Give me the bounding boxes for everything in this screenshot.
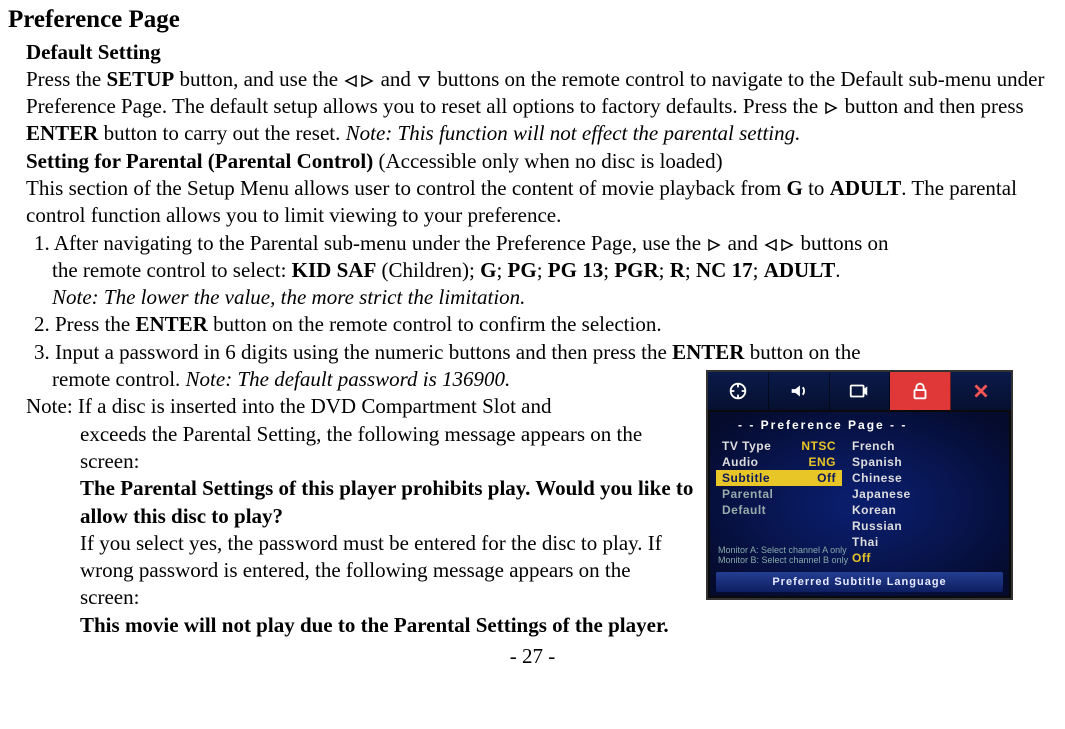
text: button on the remote control to confirm … xyxy=(208,312,662,336)
text: ; xyxy=(496,258,507,282)
text-bold: G xyxy=(480,258,496,282)
text: and xyxy=(722,231,763,255)
text-note: Note: The default password is 136900. xyxy=(186,367,511,391)
text: and xyxy=(375,67,416,91)
osd-option-item: Japanese xyxy=(846,486,936,502)
osd-tab-exit xyxy=(951,372,1011,410)
text-bold-setup: SETUP xyxy=(107,67,175,91)
section-parental-heading: Setting for Parental (Parental Control) … xyxy=(26,148,1057,175)
text-bold: G xyxy=(787,176,803,200)
text-bold: ADULT xyxy=(764,258,836,282)
list-item-2: 2. Press the ENTER button on the remote … xyxy=(34,311,1057,338)
left-arrow-icon xyxy=(344,74,358,88)
text: button, and use the xyxy=(174,67,343,91)
heading-text: Setting for Parental (Parental Control) xyxy=(26,149,373,173)
osd-help-text: Monitor A: Select channel A only Monitor… xyxy=(718,546,1001,566)
text: ; xyxy=(685,258,696,282)
heading-suffix: (Accessible only when no disc is loaded) xyxy=(373,149,722,173)
osd-status-bar: Preferred Subtitle Language xyxy=(716,572,1003,592)
list-item-1-line1: 1. After navigating to the Parental sub-… xyxy=(34,230,1057,257)
osd-option-item: Spanish xyxy=(846,454,936,470)
right-arrow-icon xyxy=(360,74,374,88)
osd-option-item: Korean xyxy=(846,502,936,518)
page-number: - 27 - xyxy=(8,643,1057,670)
osd-menu-item: Default xyxy=(716,502,842,518)
text: 2. Press the xyxy=(34,312,136,336)
osd-screenshot: - - Preference Page - - TV TypeNTSCAudio… xyxy=(706,370,1013,600)
osd-tab-audio xyxy=(769,372,830,410)
text: button to carry out the reset. xyxy=(98,121,345,145)
text: Press the xyxy=(26,67,107,91)
text: 1. After navigating to the Parental sub-… xyxy=(34,231,706,255)
text: the remote control to select: xyxy=(52,258,292,282)
left-arrow-icon xyxy=(764,238,778,252)
osd-tab-preference xyxy=(890,372,951,410)
right-arrow-icon xyxy=(824,101,838,115)
note-paragraph-bold2: This movie will not play due to the Pare… xyxy=(80,612,1057,639)
osd-menu-item: AudioENG xyxy=(716,454,842,470)
osd-option-item: Russian xyxy=(846,518,936,534)
text: buttons on xyxy=(795,231,888,255)
text-bold: KID SAF xyxy=(292,258,377,282)
text: ; xyxy=(659,258,670,282)
osd-menu-item: SubtitleOff xyxy=(716,470,842,486)
text: to xyxy=(803,176,830,200)
text: remote control. xyxy=(52,367,186,391)
page-title: Preference Page xyxy=(8,4,1057,37)
text-bold: R xyxy=(670,258,685,282)
text: button on the xyxy=(744,340,860,364)
section-default-heading: Default Setting xyxy=(26,39,1057,66)
paragraph-default: Press the SETUP button, and use the and … xyxy=(26,66,1057,148)
text-bold: ENTER xyxy=(672,340,744,364)
osd-title: - - Preference Page - - xyxy=(710,412,1009,438)
osd-tab-bar xyxy=(708,372,1011,410)
text-bold: ADULT xyxy=(830,176,902,200)
osd-option-item: Chinese xyxy=(846,470,936,486)
text-bold: ENTER xyxy=(136,312,208,336)
osd-menu-item: TV TypeNTSC xyxy=(716,438,842,454)
text-bold: PG 13 xyxy=(548,258,603,282)
text: button and then press xyxy=(839,94,1023,118)
text: (Children); xyxy=(376,258,480,282)
text: This section of the Setup Menu allows us… xyxy=(26,176,787,200)
list-item-1-line2: the remote control to select: KID SAF (C… xyxy=(52,257,1057,284)
osd-tab-general xyxy=(708,372,769,410)
text: ; xyxy=(537,258,548,282)
text-note: Note: This function will not effect the … xyxy=(346,121,801,145)
list-item-1-note: Note: The lower the value, the more stri… xyxy=(52,284,1057,311)
text-bold-enter: ENTER xyxy=(26,121,98,145)
text-bold: PG xyxy=(508,258,537,282)
osd-option-item: French xyxy=(846,438,936,454)
down-arrow-icon xyxy=(417,74,431,88)
paragraph-parental-intro: This section of the Setup Menu allows us… xyxy=(26,175,1057,230)
osd-body: - - Preference Page - - TV TypeNTSCAudio… xyxy=(710,412,1009,596)
text-bold: NC 17 xyxy=(696,258,753,282)
text: 3. Input a password in 6 digits using th… xyxy=(34,340,672,364)
osd-help-line: Monitor B: Select channel B only xyxy=(718,556,1001,566)
text-bold: PGR xyxy=(614,258,658,282)
right-arrow-icon xyxy=(780,238,794,252)
text: ; xyxy=(603,258,614,282)
osd-tab-video xyxy=(830,372,891,410)
right-arrow-icon xyxy=(707,238,721,252)
osd-menu-item: Parental xyxy=(716,486,842,502)
text: . xyxy=(835,258,840,282)
text: ; xyxy=(753,258,764,282)
list-item-3-line1: 3. Input a password in 6 digits using th… xyxy=(34,339,1057,366)
